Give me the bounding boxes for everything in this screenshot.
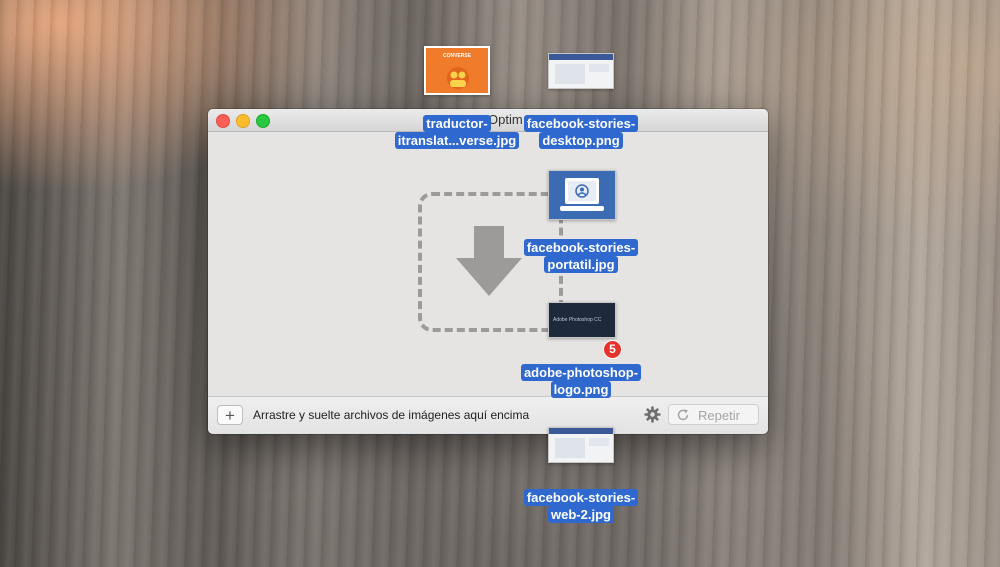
refresh-icon — [677, 409, 689, 421]
drop-zone[interactable] — [208, 132, 768, 396]
file-label-line2: desktop.png — [539, 132, 623, 149]
thumbnail-content — [589, 64, 609, 72]
file-label-line1: facebook-stories- — [523, 239, 639, 256]
file-thumbnail[interactable] — [548, 170, 616, 220]
file-label-line2: logo.png — [550, 381, 612, 398]
illustration-icon — [447, 67, 469, 89]
add-files-button[interactable]: + — [217, 405, 243, 425]
thumbnail-content — [555, 64, 585, 84]
file-thumbnail[interactable] — [548, 427, 614, 463]
repeat-button[interactable]: Repetir — [668, 404, 759, 425]
file-label: adobe-photoshop- logo.png — [511, 364, 651, 398]
drag-count-badge: 5 — [604, 341, 621, 358]
drop-hint: Arrastre y suelte archivos de imágenes a… — [253, 408, 530, 422]
file-thumbnail: CONVERSE — [424, 46, 490, 95]
file-label-line1: traductor- — [423, 115, 491, 132]
minimize-button[interactable] — [236, 114, 250, 128]
thumbnail-header — [549, 54, 613, 60]
file-thumbnail[interactable] — [548, 53, 614, 89]
close-button[interactable] — [216, 114, 230, 128]
bottom-toolbar: + Arrastre y suelte archivos de imágenes… — [208, 396, 768, 434]
thumbnail-header — [549, 428, 613, 434]
file-label-line1: adobe-photoshop- — [520, 364, 642, 381]
file-label-line2: itranslat...verse.jpg — [394, 132, 520, 149]
gear-icon[interactable] — [644, 406, 661, 423]
file-label: facebook-stories- portatil.jpg — [511, 239, 651, 273]
app-window: Optim + Arrastre y suelte archivos de im… — [208, 109, 768, 434]
file-label: traductor- itranslat...verse.jpg — [387, 115, 527, 149]
file-thumbnail[interactable]: Adobe Photoshop CC — [548, 302, 616, 338]
thumbnail-content — [589, 438, 609, 446]
file-label: facebook-stories- desktop.png — [511, 115, 651, 149]
file-label: facebook-stories- web-2.jpg — [511, 489, 651, 523]
thumbnail-content — [555, 438, 585, 458]
file-label-line2: web-2.jpg — [548, 506, 614, 523]
repeat-label: Repetir — [698, 408, 740, 423]
laptop-icon — [560, 178, 604, 211]
thumbnail-text: CONVERSE — [442, 53, 472, 59]
file-label-line2: portatil.jpg — [544, 256, 618, 273]
zoom-button[interactable] — [256, 114, 270, 128]
thumbnail-text: Adobe Photoshop CC — [553, 317, 602, 323]
file-label-line1: facebook-stories- — [523, 115, 639, 132]
file-label-line1: facebook-stories- — [523, 489, 639, 506]
